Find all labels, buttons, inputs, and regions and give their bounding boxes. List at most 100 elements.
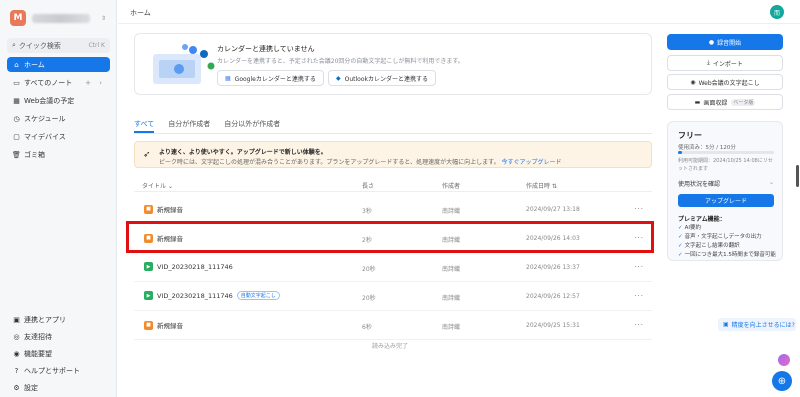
auto-transcribe-tag: 自動文字起こし (236, 291, 280, 300)
sidebar-item-home[interactable]: ⌂ ホーム (7, 57, 110, 72)
sidebar-item-schedule[interactable]: ◷ スケジュール (7, 111, 110, 126)
chevron-down-icon: ⌄ (768, 179, 774, 186)
calendar-banner: カレンダーと連携していません カレンダーを連携すると、予定された会議20回分の自… (134, 33, 652, 95)
video-file-icon: ▶ (144, 291, 153, 300)
premium-feature: ✓ 文字起こし結果の翻訳 (678, 241, 740, 249)
topbar: ホーム 而 (118, 0, 800, 24)
search-icon: ⌕ (12, 41, 16, 49)
feature-text: 一回につき最大1.5時間まで録音可能 (684, 252, 776, 258)
plan-card: フリー 使用済み：5分 / 120分 利用可能期間：2024/10/25 14:… (667, 121, 783, 261)
more-options-icon[interactable]: ··· (634, 292, 644, 300)
more-options-icon[interactable]: ··· (634, 321, 644, 329)
calendar-banner-title: カレンダーと連携していません (217, 45, 315, 53)
outlook-calendar-button[interactable]: ◆ Outlookカレンダーと連携する (328, 70, 436, 86)
sidebar-item-my-devices[interactable]: ▢ マイデバイス (7, 129, 110, 144)
workspace-avatar: M (10, 10, 26, 26)
sidebar-item-label: マイデバイス (24, 132, 66, 141)
sidebar-item-help[interactable]: ? ヘルプとサポート (7, 363, 110, 378)
row-title-text: 新規録音 (157, 322, 183, 330)
notice-body-text: ピーク時には、文字起こしの処理が混み合うことがあります。プランをアップグレードす… (159, 159, 500, 166)
more-options-icon[interactable]: ··· (634, 263, 644, 271)
tab-created-by-others[interactable]: 自分以外が作成者 (224, 119, 280, 133)
home-icon: ⌂ (14, 60, 19, 69)
table-row[interactable]: ■ 新規録音 3秒 南詩織 2024/09/27 13:18 ··· (134, 195, 652, 224)
add-folder-icon[interactable]: + › (85, 79, 105, 87)
google-calendar-icon: ▦ (225, 74, 231, 82)
language-globe-icon[interactable]: ⊕ (772, 371, 792, 391)
sidebar-item-integrations[interactable]: ▣ 連携とアプリ (7, 312, 110, 327)
start-recording-button[interactable]: ● 録音開始 (667, 34, 783, 50)
notice-title: より速く、より使いやすく。アップグレードで新しい体験を。 (159, 149, 327, 156)
row-creator: 南詩織 (442, 208, 461, 215)
user-avatar[interactable]: 而 (770, 5, 784, 19)
screen-record-icon: ▬ (694, 98, 701, 106)
row-date: 2024/09/26 13:37 (526, 264, 580, 271)
row-length: 6秒 (362, 324, 372, 331)
rocket-icon: ➶ (143, 150, 151, 160)
workspace-switcher[interactable]: M ⇕ (10, 8, 106, 28)
note-tabs: すべて 自分が作成者 自分以外が作成者 (134, 119, 294, 133)
calendar-icon: ▦ (13, 96, 20, 105)
row-length: 20秒 (362, 295, 376, 302)
accuracy-tips-label: 精度を向上させるには? (731, 322, 795, 329)
premium-title: プレミアム機能： (678, 216, 726, 223)
screen-record-button[interactable]: ▬ 画面収録 ベータ版 (667, 94, 783, 110)
column-title-label: タイトル (142, 183, 167, 190)
sidebar-item-settings[interactable]: ⚙ 設定 (7, 380, 110, 395)
web-meeting-transcribe-button[interactable]: ◉ Web会議の文字起こし (667, 74, 783, 90)
quick-search[interactable]: ⌕ クイック検索 Ctrl K (7, 38, 110, 53)
table-row[interactable]: ■ 新規録音 6秒 南詩織 2024/09/25 15:31 ··· (134, 311, 652, 340)
upgrade-now-link[interactable]: 今すぐアップグレード (502, 159, 562, 166)
screen-record-label: 画面収録 (703, 99, 728, 107)
audio-file-icon: ■ (144, 320, 153, 330)
start-recording-label: 録音開始 (717, 39, 742, 47)
row-title: ▶ VID_20230218_111746 自動文字起こし (144, 291, 280, 300)
google-calendar-button[interactable]: ▦ Googleカレンダーと連携する (217, 70, 324, 86)
accuracy-tips-button[interactable]: ▣ 精度を向上させるには? (718, 318, 796, 331)
folder-icon: ▭ (13, 78, 20, 87)
sidebar: M ⇕ ⌕ クイック検索 Ctrl K ⌂ ホーム ▭ すべてのノート + › … (0, 0, 117, 397)
column-header-date[interactable]: 作成日時 ⇅ (526, 181, 557, 190)
column-header-title[interactable]: タイトル ⌄ (142, 181, 173, 190)
sidebar-item-trash[interactable]: 🗑 ゴミ箱 (7, 147, 110, 162)
plan-usage: 使用済み：5分 / 120分 (678, 145, 736, 151)
row-creator: 南詩織 (442, 324, 461, 331)
row-creator: 南詩織 (442, 266, 461, 273)
usage-bar-fill (678, 151, 682, 154)
check-usage-link[interactable]: 使用状況を確認 ⌄ (678, 179, 774, 188)
search-label: クイック検索 (18, 41, 61, 50)
chevron-down-icon: ⌄ (167, 183, 173, 190)
table-row[interactable]: ▶ VID_20230218_111746 自動文字起こし 20秒 南詩織 2024… (134, 282, 652, 311)
tab-all[interactable]: すべて (134, 119, 155, 133)
sidebar-item-all-notes[interactable]: ▭ すべてのノート + › (7, 75, 110, 90)
settings-icon: ⚙ (13, 383, 20, 392)
beta-badge: ベータ版 (731, 98, 756, 106)
table-row[interactable]: ▶ VID_20230218_111746 20秒 南詩織 2024/09/26 … (134, 253, 652, 282)
row-title: ▶ VID_20230218_111746 (144, 262, 233, 271)
sidebar-item-label: 友達招待 (24, 332, 52, 341)
sort-icon: ⇅ (551, 183, 557, 190)
premium-feature: ✓ 音声・文字起こしデータの出力 (678, 232, 762, 240)
calendar-illustration (153, 44, 215, 84)
row-length: 3秒 (362, 208, 372, 215)
import-button[interactable]: ⤓ インポート (667, 55, 783, 71)
sidebar-item-web-meetings[interactable]: ▦ Web会議の予定 (7, 93, 110, 108)
table-header: タイトル ⌄ 長さ 作成者 作成日時 ⇅ (134, 178, 652, 192)
sidebar-item-label: 機能要望 (24, 349, 52, 358)
tab-created-by-me[interactable]: 自分が作成者 (168, 119, 210, 133)
sidebar-item-invite[interactable]: ◎ 友達招待 (7, 329, 110, 344)
check-icon: ✓ (678, 243, 683, 249)
sidebar-item-feature-request[interactable]: ◉ 機能要望 (7, 346, 110, 361)
upgrade-button[interactable]: アップグレード (678, 194, 774, 207)
row-length: 20秒 (362, 266, 376, 273)
column-header-creator: 作成者 (442, 183, 461, 190)
more-options-icon[interactable]: ··· (634, 205, 644, 213)
premium-feature: ✓ 一回につき最大1.5時間まで録音可能 (678, 250, 776, 258)
outlook-icon: ◆ (336, 74, 341, 82)
check-usage-label: 使用状況を確認 (678, 181, 721, 188)
row-date: 2024/09/25 15:31 (526, 322, 580, 329)
web-meeting-label: Web会議の文字起こし (698, 79, 760, 87)
trash-icon: 🗑 (12, 150, 21, 159)
scrollbar-thumb[interactable] (796, 165, 799, 187)
ai-assistant-icon[interactable] (778, 354, 790, 366)
